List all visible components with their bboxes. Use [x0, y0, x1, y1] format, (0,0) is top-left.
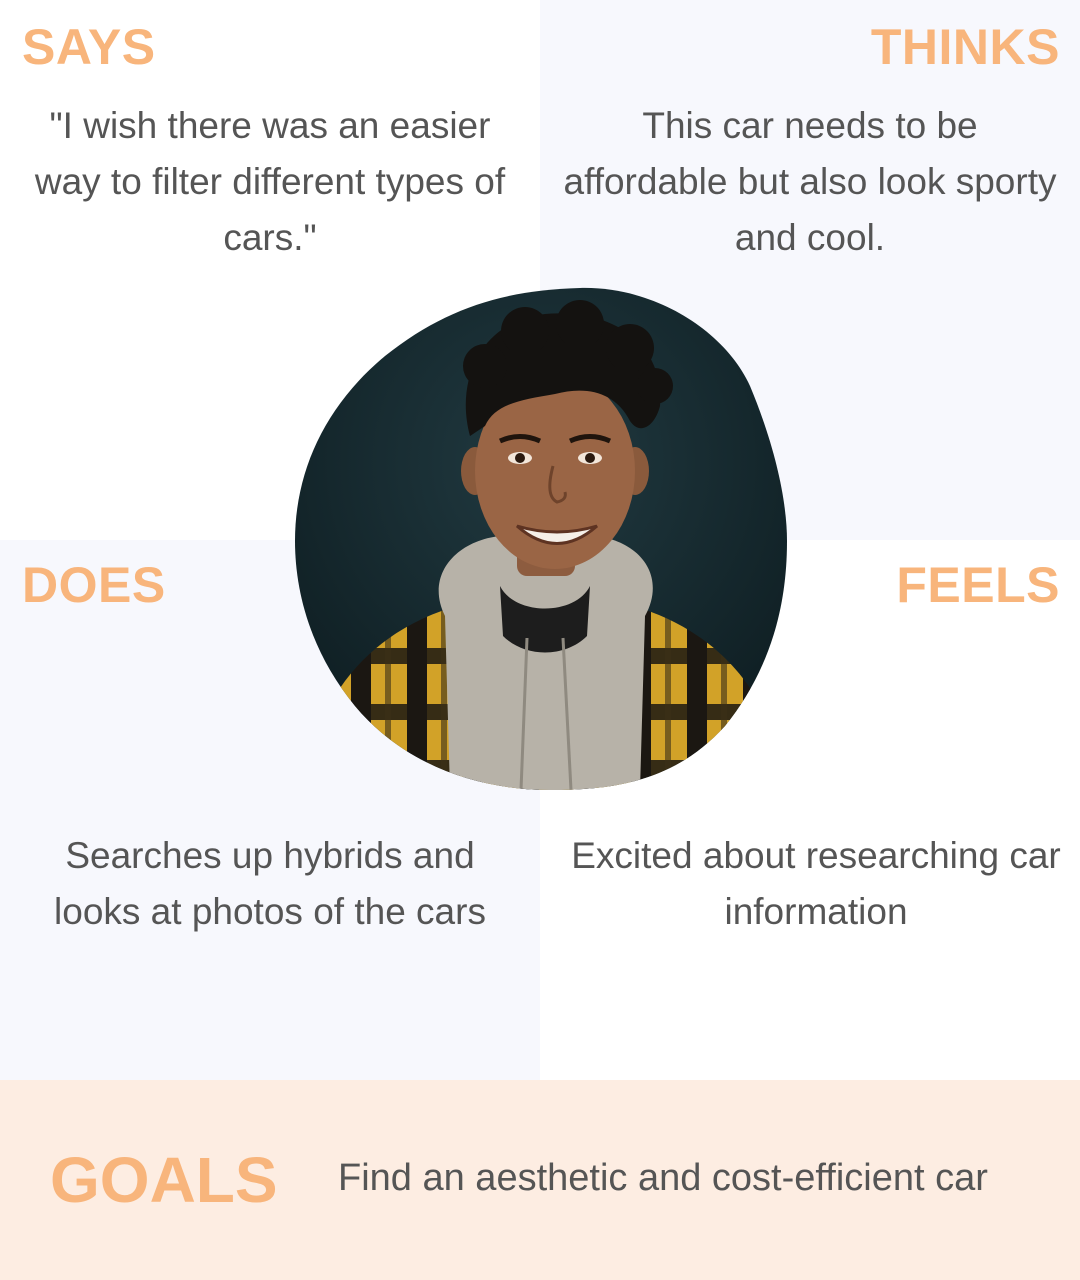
thinks-text: This car needs to be affordable but also… — [563, 105, 1057, 258]
persona-portrait — [295, 287, 787, 790]
does-text: Searches up hybrids and looks at photos … — [54, 835, 486, 932]
says-text: "I wish there was an easier way to filte… — [34, 105, 506, 258]
does-heading: DOES — [22, 557, 166, 613]
goals-text: Find an aesthetic and cost-efficient car — [338, 1157, 988, 1199]
thinks-heading: THINKS — [870, 19, 1060, 75]
feels-text: Excited about researching car informatio… — [571, 835, 1061, 932]
says-heading: SAYS — [22, 19, 156, 75]
goals-heading: GOALS — [50, 1144, 278, 1216]
feels-heading: FEELS — [896, 557, 1060, 613]
